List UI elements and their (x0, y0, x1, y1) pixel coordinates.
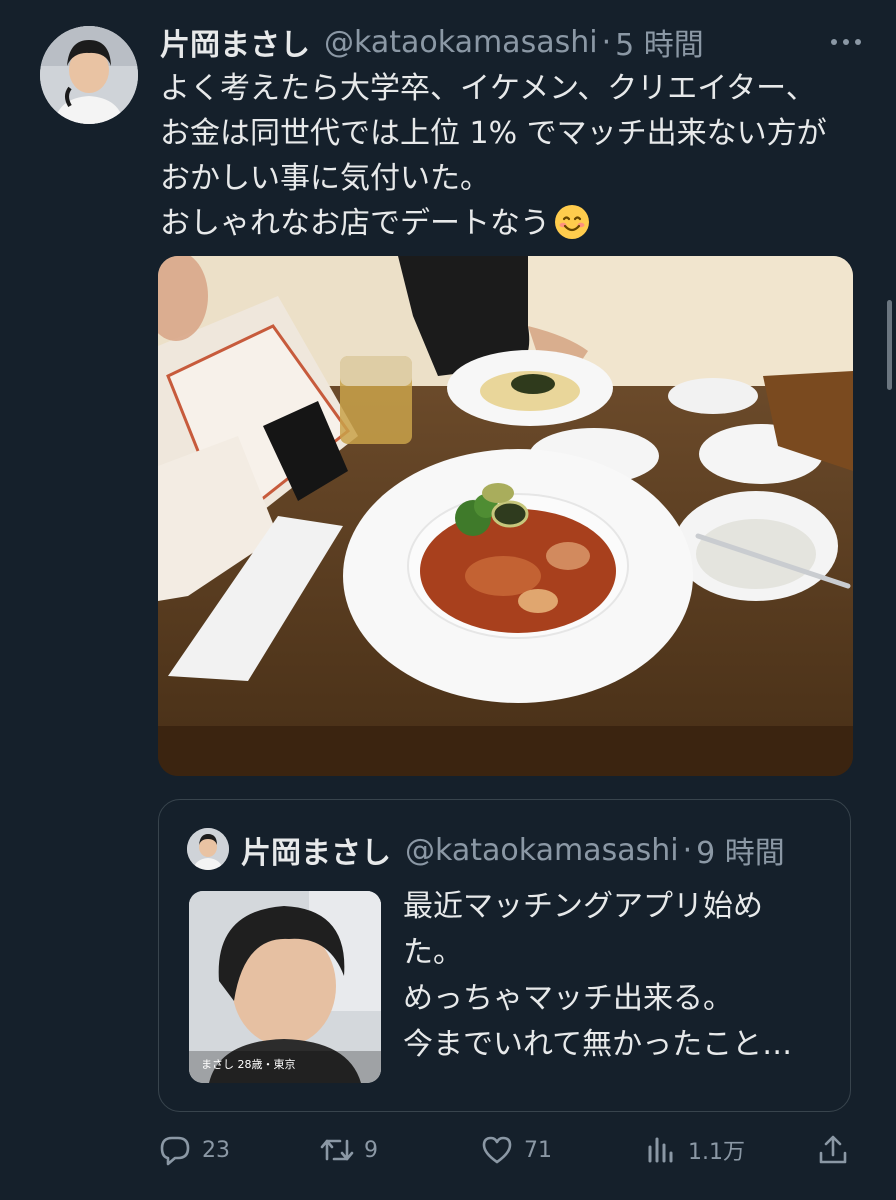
tweet-text-line: お金は同世代では上位 1% でマッチ出来ない方が (160, 116, 827, 151)
tweet: 片岡まさし @kataokamasashi · 5 時間 よく考えたら大学卒、イ… (0, 0, 896, 1200)
analytics-bar-chart-icon (648, 1137, 673, 1163)
avatar-photo (40, 26, 138, 124)
author-avatar[interactable] (40, 26, 138, 124)
share-button[interactable] (816, 1128, 850, 1172)
views-count: 1.1万 (688, 1140, 745, 1165)
profile-selfie-photo: まさし 28歳・東京 (189, 891, 381, 1083)
quoted-tweet-text: 最近マッチングアプリ始め た。 めっちゃマッチ出来る。 今までいれて無かったこと… (403, 884, 823, 1068)
quoted-author-avatar[interactable] (187, 828, 229, 870)
smiling-face-emoji-icon (555, 204, 589, 239)
quoted-text-line: 最近マッチングアプリ始め (403, 889, 763, 924)
share-icon (819, 1135, 847, 1164)
like-count: 71 (524, 1137, 552, 1163)
like-button[interactable]: 71 (480, 1128, 552, 1172)
tweet-timestamp[interactable]: 5 時間 (615, 20, 704, 64)
thumbnail-caption: まさし 28歳・東京 (201, 1057, 296, 1071)
quoted-text-line: た。 (403, 935, 463, 970)
tweet-text-line: おしゃれなお店でデートなう (160, 206, 550, 241)
quoted-author-handle[interactable]: @kataokamasashi (405, 833, 679, 868)
quoted-avatar-photo (187, 828, 229, 870)
quoted-tweet-card[interactable]: 片岡まさし @kataokamasashi · 9 時間 まさし 28歳・東京 … (158, 799, 851, 1112)
scrollbar-thumb[interactable] (887, 300, 892, 390)
quoted-text-line: めっちゃマッチ出来る。 (403, 981, 733, 1016)
tweet-text-line: おかしい事に気付いた。 (160, 161, 490, 196)
tweet-text: よく考えたら大学卒、イケメン、クリエイター、 お金は同世代では上位 1% でマッ… (160, 66, 860, 246)
tweet-text-line: よく考えたら大学卒、イケメン、クリエイター、 (160, 71, 816, 106)
retweet-count: 9 (364, 1137, 378, 1163)
separator-dot: · (601, 24, 612, 60)
restaurant-meal-photo (158, 256, 853, 776)
retweet-icon (320, 1139, 354, 1161)
heart-icon (482, 1136, 512, 1164)
retweet-button[interactable]: 9 (320, 1128, 378, 1172)
tweet-action-bar: 23 9 71 1.1万 (158, 1128, 858, 1172)
reply-count: 23 (202, 1137, 230, 1163)
quoted-author-display-name[interactable]: 片岡まさし (241, 828, 391, 872)
separator-dot: · (682, 832, 693, 868)
tweet-text-line-with-emoji: おしゃれなお店でデートなう (160, 201, 860, 246)
reply-button[interactable]: 23 (158, 1128, 230, 1172)
views-button[interactable]: 1.1万 (644, 1128, 745, 1172)
quoted-text-line: 今までいれて無かったこと… (403, 1027, 793, 1062)
author-handle[interactable]: @kataokamasashi (324, 25, 598, 60)
tweet-header: 片岡まさし @kataokamasashi · 5 時間 (160, 20, 866, 64)
tweet-photo[interactable] (158, 256, 853, 776)
more-options-icon[interactable] (826, 30, 866, 54)
author-display-name[interactable]: 片岡まさし (160, 20, 310, 64)
reply-icon (160, 1136, 190, 1166)
quoted-tweet-timestamp[interactable]: 9 時間 (696, 828, 785, 872)
quoted-tweet-header: 片岡まさし @kataokamasashi · 9 時間 (241, 828, 785, 872)
quoted-tweet-thumbnail[interactable]: まさし 28歳・東京 (189, 891, 381, 1083)
